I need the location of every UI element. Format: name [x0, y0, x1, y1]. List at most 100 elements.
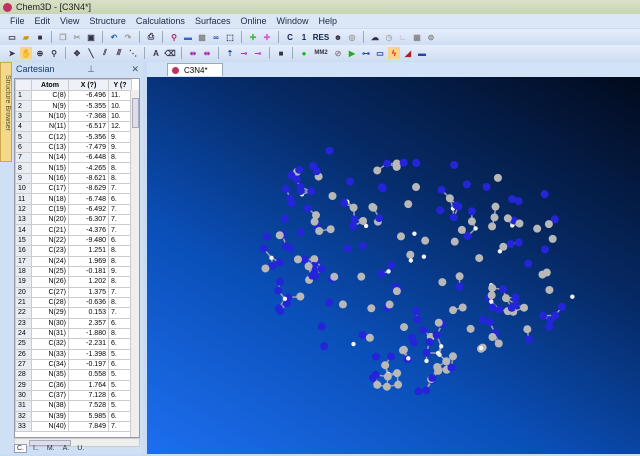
nitrogen-atom[interactable] — [524, 260, 532, 268]
hydrogen-atom[interactable] — [406, 356, 410, 360]
nitrogen-atom[interactable] — [269, 262, 277, 270]
carbon-atom[interactable] — [310, 255, 318, 263]
y-cell[interactable]: 6. — [109, 411, 132, 421]
table-row[interactable]: 21C(28)-0.6368. — [16, 297, 132, 307]
atom-cell[interactable]: C(27) — [32, 287, 69, 297]
menu-view[interactable]: View — [60, 16, 79, 26]
atom-cell[interactable]: N(16) — [32, 173, 69, 183]
text-tool-button[interactable]: A — [150, 47, 162, 59]
nitrogen-atom[interactable] — [387, 353, 395, 361]
print-icon[interactable]: ⎙ — [145, 31, 157, 43]
c-button[interactable]: C — [284, 31, 296, 43]
nitrogen-atom[interactable] — [450, 213, 458, 221]
x-cell[interactable]: -6.517 — [69, 122, 109, 132]
carbon-atom[interactable] — [339, 300, 347, 308]
nitrogen-atom[interactable] — [507, 240, 515, 248]
x-cell[interactable]: 1.202 — [69, 277, 109, 287]
redo-icon[interactable]: ↷ — [122, 31, 134, 43]
x-cell[interactable]: 7.128 — [69, 390, 109, 400]
row-number[interactable]: 31 — [16, 401, 32, 411]
carbon-atom[interactable] — [451, 238, 459, 246]
nitrogen-atom[interactable] — [428, 374, 436, 382]
carbon-atom[interactable] — [533, 225, 541, 233]
hydrogen-atom[interactable] — [439, 344, 443, 348]
new-file-icon[interactable]: ▭ — [6, 31, 18, 43]
y-cell[interactable]: 5. — [109, 380, 132, 390]
carbon-atom[interactable] — [412, 183, 420, 191]
carbon-atom[interactable] — [495, 340, 503, 348]
charge-icon[interactable]: ⊸ — [238, 47, 250, 59]
x-cell[interactable]: 0.558 — [69, 370, 109, 380]
nitrogen-atom[interactable] — [541, 246, 549, 254]
nitrogen-atom[interactable] — [369, 374, 377, 382]
carbon-atom[interactable] — [327, 225, 335, 233]
row-number[interactable]: 12 — [16, 204, 32, 214]
row-number[interactable]: 11 — [16, 194, 32, 204]
table-row[interactable]: 15N(22)-9.4806. — [16, 235, 132, 245]
nitrogen-atom[interactable] — [275, 304, 283, 312]
bottom-tab[interactable]: M. — [45, 445, 57, 452]
nitrogen-atom[interactable] — [420, 326, 428, 334]
x-cell[interactable]: -1.398 — [69, 349, 109, 359]
table-row[interactable]: 31N(38)7.5285. — [16, 401, 132, 411]
carbon-atom[interactable] — [434, 367, 442, 375]
carbon-atom[interactable] — [311, 218, 319, 226]
table-row[interactable]: 13N(20)-6.3077. — [16, 215, 132, 225]
structure-browser-tab[interactable]: Structure Browser — [0, 62, 12, 162]
carbon-atom[interactable] — [329, 192, 337, 200]
carbon-atom[interactable] — [373, 166, 381, 174]
mm2-minimize-icon[interactable]: ▶ — [346, 47, 358, 59]
nitrogen-atom[interactable] — [415, 387, 423, 395]
menu-edit[interactable]: Edit — [35, 16, 51, 26]
nitrogen-atom[interactable] — [281, 215, 289, 223]
table-row[interactable]: 5C(12)-5.3569. — [16, 132, 132, 142]
row-number[interactable]: 7 — [16, 153, 32, 163]
carbon-atom[interactable] — [491, 203, 499, 211]
carbon-atom[interactable] — [488, 291, 496, 299]
col-y[interactable]: Y (? — [109, 80, 132, 91]
hydrogen-atom[interactable] — [269, 256, 273, 260]
table-row[interactable]: 19N(26)1.2028. — [16, 277, 132, 287]
nitrogen-atom[interactable] — [359, 331, 367, 339]
y-cell[interactable]: 6. — [109, 318, 132, 328]
atom-cell[interactable]: N(40) — [32, 422, 69, 432]
y-cell[interactable]: 7. — [109, 308, 132, 318]
mm2-button[interactable]: MM2 — [312, 47, 330, 59]
nitrogen-atom[interactable] — [515, 238, 523, 246]
x-cell[interactable]: -1.880 — [69, 328, 109, 338]
hydrogen-atom[interactable] — [436, 351, 440, 355]
nitrogen-atom[interactable] — [508, 304, 516, 312]
y-cell[interactable]: 12. — [109, 122, 132, 132]
nitrogen-atom[interactable] — [558, 303, 566, 311]
atom-cell[interactable]: N(10) — [32, 111, 69, 121]
hydrogen-atom[interactable] — [412, 231, 416, 235]
atom-cell[interactable]: C(21) — [32, 225, 69, 235]
y-cell[interactable]: 7. — [109, 225, 132, 235]
atom-cell[interactable]: C(8) — [32, 91, 69, 101]
table-row[interactable]: 12C(19)-6.4927. — [16, 204, 132, 214]
atom-cell[interactable]: N(22) — [32, 235, 69, 245]
nitrogen-atom[interactable] — [511, 293, 519, 301]
row-number[interactable]: 25 — [16, 339, 32, 349]
x-cell[interactable]: -5.356 — [69, 132, 109, 142]
y-cell[interactable]: 5. — [109, 349, 132, 359]
y-cell[interactable]: 8. — [109, 256, 132, 266]
carbon-atom[interactable] — [350, 204, 358, 212]
y-cell[interactable]: 9. — [109, 132, 132, 142]
atom-cell[interactable]: N(11) — [32, 122, 69, 132]
carbon-atom[interactable] — [294, 255, 302, 263]
carbon-atom[interactable] — [369, 204, 377, 212]
spin-icon[interactable]: ⊸ — [252, 47, 264, 59]
table-row[interactable]: 20C(27)1.3757. — [16, 287, 132, 297]
stereo-icon[interactable]: ∞ — [210, 31, 222, 43]
carbon-atom[interactable] — [494, 174, 502, 182]
table-row[interactable]: 7N(14)-6.4488. — [16, 153, 132, 163]
row-number[interactable]: 10 — [16, 184, 32, 194]
atom-cell[interactable]: N(18) — [32, 194, 69, 204]
carbon-atom[interactable] — [393, 369, 401, 377]
atom-cell[interactable]: N(9) — [32, 101, 69, 111]
nitrogen-atom[interactable] — [378, 183, 386, 191]
menu-help[interactable]: Help — [319, 16, 338, 26]
row-number[interactable]: 20 — [16, 287, 32, 297]
x-cell[interactable]: 7.849 — [69, 422, 109, 432]
